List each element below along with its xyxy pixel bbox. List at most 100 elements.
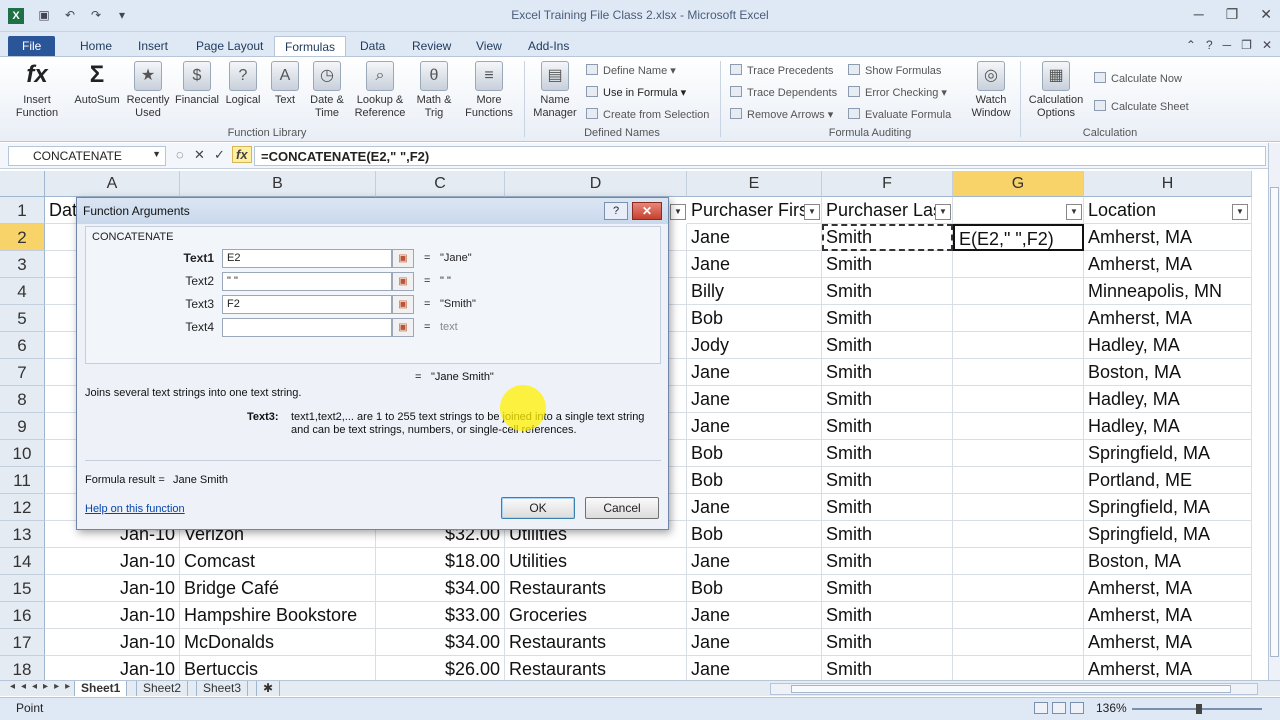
row-header[interactable]: 15 xyxy=(0,575,45,602)
cell-purchaser-first[interactable]: Bob xyxy=(687,440,822,467)
cell-purchaser-last[interactable]: Smith xyxy=(822,440,953,467)
cell-purchaser-first[interactable]: Bob xyxy=(687,575,822,602)
cell-location[interactable]: Springfield, MA xyxy=(1084,440,1252,467)
vertical-scroll-thumb[interactable] xyxy=(1270,187,1279,657)
math-trig-button[interactable]: θ Math & Trig xyxy=(410,61,458,120)
text-button[interactable]: A Text xyxy=(266,61,304,107)
column-header-f[interactable]: F xyxy=(822,171,953,197)
name-manager-button[interactable]: ▤ Name Manager xyxy=(530,61,580,120)
cell-purchaser-last[interactable]: Smith xyxy=(822,467,953,494)
cell-g[interactable] xyxy=(953,575,1084,602)
cell-g[interactable] xyxy=(953,548,1084,575)
workbook-minimize-icon[interactable]: ─ xyxy=(1223,38,1232,52)
insert-function-icon[interactable]: fx xyxy=(232,146,252,163)
cell-purchaser-last[interactable]: Smith xyxy=(822,278,953,305)
tab-add-ins[interactable]: Add-Ins xyxy=(518,36,579,56)
column-header-d[interactable]: D xyxy=(505,171,687,197)
cell-location[interactable]: Amherst, MA xyxy=(1084,251,1252,278)
lookup-reference-button[interactable]: ⌕ Lookup & Reference xyxy=(350,61,410,120)
row-header[interactable]: 4 xyxy=(0,278,45,305)
autosum-button[interactable]: Σ AutoSum xyxy=(70,61,124,107)
cell-purchaser-last[interactable]: Smith xyxy=(822,224,953,251)
cell-g[interactable] xyxy=(953,332,1084,359)
cell-purchaser-first[interactable]: Jane xyxy=(687,548,822,575)
cell-purchaser-first[interactable]: Jane xyxy=(687,359,822,386)
cell-purchaser-first[interactable]: Jane xyxy=(687,224,822,251)
filter-dropdown-icon[interactable]: ▼ xyxy=(1066,204,1082,220)
calculate-sheet-button[interactable]: Calculate Sheet xyxy=(1094,99,1189,115)
dialog-help-button[interactable]: ? xyxy=(604,202,628,220)
cell-purchaser-first[interactable]: Bob xyxy=(687,305,822,332)
tab-data[interactable]: Data xyxy=(350,36,395,56)
create-from-selection-button[interactable]: Create from Selection xyxy=(586,107,709,123)
dialog-title[interactable]: Function Arguments xyxy=(77,198,668,224)
cell-purchaser-last[interactable]: Smith xyxy=(822,359,953,386)
cell-location[interactable]: Hadley, MA xyxy=(1084,386,1252,413)
cell-vendor[interactable]: Bertuccis xyxy=(180,656,376,680)
workbook-close-icon[interactable]: ✕ xyxy=(1262,38,1272,52)
watch-window-button[interactable]: ◎ Watch Window xyxy=(966,61,1016,120)
vertical-scrollbar[interactable] xyxy=(1268,143,1280,680)
cell-date[interactable]: Jan-10 xyxy=(45,602,180,629)
filter-dropdown-icon[interactable]: ▼ xyxy=(1232,204,1248,220)
cell-purchaser-last[interactable]: Smith xyxy=(822,629,953,656)
cell-amount[interactable]: $34.00 xyxy=(376,629,505,656)
collapse-dialog-icon[interactable]: ▣ xyxy=(392,295,414,314)
cell-date[interactable]: Jan-10 xyxy=(45,656,180,680)
cell-location[interactable]: Amherst, MA xyxy=(1084,656,1252,680)
cell-purchaser-first[interactable]: Jane xyxy=(687,494,822,521)
row-header[interactable]: 12 xyxy=(0,494,45,521)
calculate-now-button[interactable]: Calculate Now xyxy=(1094,71,1182,87)
cell-category[interactable]: Restaurants xyxy=(505,629,687,656)
cell-category[interactable]: Restaurants xyxy=(505,575,687,602)
cell-purchaser-last[interactable]: Smith xyxy=(822,548,953,575)
cell-purchaser-last[interactable]: Smith xyxy=(822,251,953,278)
horizontal-scroll-thumb[interactable] xyxy=(791,685,1231,693)
cell-g[interactable] xyxy=(953,602,1084,629)
trace-dependents-button[interactable]: Trace Dependents xyxy=(730,85,837,101)
chevron-down-icon[interactable]: ▼ xyxy=(152,149,161,159)
select-all-corner[interactable] xyxy=(0,171,45,197)
header-cell-g[interactable] xyxy=(953,197,1084,224)
workbook-restore-icon[interactable]: ❐ xyxy=(1241,38,1252,52)
row-header[interactable]: 16 xyxy=(0,602,45,629)
cell-category[interactable]: Utilities xyxy=(505,548,687,575)
arg-input-text4[interactable] xyxy=(222,318,392,337)
cell-g[interactable] xyxy=(953,413,1084,440)
column-header-a[interactable]: A xyxy=(45,171,180,197)
cell-category[interactable]: Groceries xyxy=(505,602,687,629)
cell-purchaser-first[interactable]: Jane xyxy=(687,413,822,440)
cell-g[interactable] xyxy=(953,521,1084,548)
ok-button[interactable]: OK xyxy=(501,497,575,519)
tab-home[interactable]: Home xyxy=(70,36,122,56)
cell-purchaser-last[interactable]: Smith xyxy=(822,575,953,602)
cell-purchaser-last[interactable]: Smith xyxy=(822,656,953,680)
cell-g[interactable] xyxy=(953,656,1084,680)
cell-purchaser-first[interactable]: Jane xyxy=(687,629,822,656)
remove-arrows-button[interactable]: Remove Arrows ▾ xyxy=(730,107,833,123)
collapse-dialog-icon[interactable]: ▣ xyxy=(392,318,414,337)
sheet-tab-sheet2[interactable]: Sheet2 xyxy=(136,681,189,696)
cell-location[interactable]: Springfield, MA xyxy=(1084,521,1252,548)
insert-function-button[interactable]: fx Insert Function xyxy=(10,61,64,120)
recently-used-button[interactable]: ★ Recently Used xyxy=(122,61,174,120)
cell-purchaser-last[interactable]: Smith xyxy=(822,386,953,413)
cell-amount[interactable]: $34.00 xyxy=(376,575,505,602)
cell-g[interactable] xyxy=(953,440,1084,467)
cell-purchaser-first[interactable]: Jody xyxy=(687,332,822,359)
enter-check-icon[interactable]: ✓ xyxy=(214,147,225,163)
cell-purchaser-first[interactable]: Jane xyxy=(687,656,822,680)
expand-formula-icon[interactable]: ◌ xyxy=(176,147,184,162)
page-break-view-icon[interactable] xyxy=(1070,702,1084,714)
header-cell-purchaser-last[interactable]: Purchaser Las xyxy=(822,197,953,224)
cell-location[interactable]: Springfield, MA xyxy=(1084,494,1252,521)
trace-precedents-button[interactable]: Trace Precedents xyxy=(730,63,833,79)
financial-button[interactable]: $ Financial xyxy=(172,61,222,107)
cell-location[interactable]: Boston, MA xyxy=(1084,359,1252,386)
cell-purchaser-last[interactable]: Smith xyxy=(822,332,953,359)
help-icon[interactable]: ? xyxy=(1206,38,1213,52)
cell-g[interactable] xyxy=(953,305,1084,332)
arg-input-text3[interactable]: F2 xyxy=(222,295,392,314)
cell-purchaser-first[interactable]: Jane xyxy=(687,602,822,629)
cell-location[interactable]: Portland, ME xyxy=(1084,467,1252,494)
